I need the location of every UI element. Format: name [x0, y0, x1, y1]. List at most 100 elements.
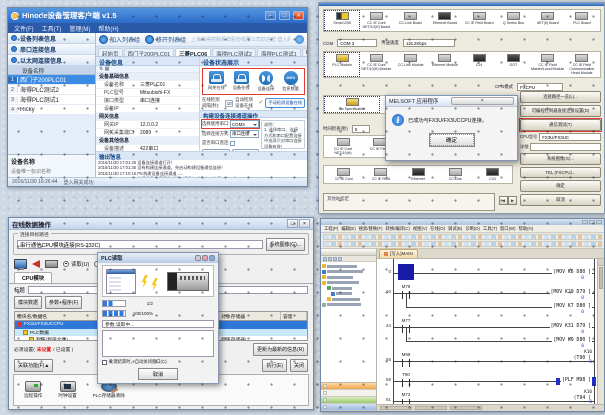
vertical-scrollbar[interactable]: [597, 259, 604, 404]
toolbar-row[interactable]: [323, 234, 602, 240]
tab-cpu-module[interactable]: CPU模块: [14, 272, 52, 283]
timer-coil[interactable]: K10 (T90 ) 0: [573, 351, 592, 366]
ladder-branch[interactable]: [MOV K9 D80 ] 0: [377, 335, 594, 349]
pc-if-q-series-bus[interactable]: Q Series Bus: [496, 11, 530, 30]
module-data-button[interactable]: 模块数据: [14, 296, 42, 309]
execute-button[interactable]: 执行(E): [262, 359, 287, 372]
contact[interactable]: M99: [399, 353, 413, 367]
progress-titlebar[interactable]: PLC读取: [98, 253, 218, 263]
plc-if-ccie-field-master[interactable]: CC IE Field Master/Local Module: [531, 53, 565, 76]
ok-button[interactable]: 确定: [520, 180, 601, 192]
pause-icon[interactable]: [202, 255, 208, 261]
ladder-document-tab[interactable]: [写入]MAIN: [379, 249, 418, 258]
progress-detail-list[interactable]: [102, 330, 214, 357]
nav-section-button[interactable]: [321, 404, 376, 411]
nav-section-button[interactable]: [321, 390, 376, 397]
melsoft-titlebar[interactable]: MELSOFT 应用程序 ×: [386, 96, 517, 107]
info-row[interactable]: 网关IP12.0.0.2: [96, 121, 199, 129]
menu-window[interactable]: 窗口(W): [500, 226, 516, 232]
plc-direct-connect-button[interactable]: 可编程控制器直接连接设置(D): [520, 105, 601, 117]
cancel-button[interactable]: 取消: [520, 194, 601, 206]
nav-tree-item[interactable]: [322, 286, 375, 290]
co-ccie-cont[interactable]: CC IE Cont: [325, 167, 362, 182]
device-row[interactable]: 3海得PLC测试1: [8, 95, 95, 105]
remote-operation-button[interactable]: 远程操作: [24, 381, 42, 399]
close-icon[interactable]: [596, 220, 602, 224]
menu-help[interactable]: 帮助(H): [519, 226, 534, 232]
sidebar-group-ethernet[interactable]: 以太网连接信息: [8, 55, 95, 66]
pc-if-ethernet-board[interactable]: Ethernet Board: [428, 11, 462, 30]
plc-if-ccie-cont-module[interactable]: CC IE Cont NET/10(H) Module: [359, 53, 393, 76]
close-button[interactable]: ×: [293, 11, 304, 20]
tab-hd1[interactable]: 海得PLC测试1: [257, 48, 301, 56]
tab-siemens[interactable]: 西门子200PLC01: [124, 48, 175, 56]
system-image-button[interactable]: 系统图像(G)...: [266, 238, 305, 251]
close-icon[interactable]: [209, 255, 215, 261]
titlebar[interactable]: 在线数据操作 □ ×: [9, 218, 313, 230]
menu-convert[interactable]: 转换/编译(C): [386, 226, 410, 232]
device-row[interactable]: 1西门子200PLC01: [8, 75, 95, 85]
maximize-button[interactable]: □: [279, 11, 290, 20]
plc-if-c24[interactable]: C24: [462, 53, 496, 76]
plc-if-cclink-module[interactable]: CC-Link Module: [394, 53, 428, 76]
nav-tree-item[interactable]: [322, 297, 375, 301]
speed-field[interactable]: 115.2Kbps: [403, 39, 455, 47]
tel-button[interactable]: TEL (FXCPU)...: [520, 167, 601, 178]
pc-if-net2-board[interactable]: NET(II) Board: [531, 11, 565, 30]
menu-view[interactable]: 视图(V): [413, 226, 427, 232]
spin-right-button[interactable]: ►: [508, 196, 517, 205]
refresh-info-button[interactable]: 更新为最新的信息(R): [253, 343, 308, 356]
check-icon[interactable]: ✓: [258, 100, 263, 106]
menu-project[interactable]: 工程(P): [324, 226, 338, 232]
pc-if-cclink-board[interactable]: CC-Link Board: [394, 11, 428, 30]
info-row[interactable]: 设备IP: [96, 105, 199, 113]
communication-test-button[interactable]: 通信测试(T): [520, 119, 601, 131]
radio-read[interactable]: 读取(U): [63, 260, 89, 268]
close-button[interactable]: ×: [299, 219, 310, 228]
menu-diagnostics[interactable]: 诊断(D): [465, 226, 480, 232]
melsoft-ok-button[interactable]: 确定: [429, 133, 475, 147]
tab-mitsubishi[interactable]: 三菱PLC06: [175, 48, 211, 56]
info-row[interactable]: 接口类型串口连接: [96, 97, 199, 105]
menu-manage[interactable]: 管理(M): [69, 24, 90, 33]
nav-tree-item[interactable]: [322, 275, 375, 279]
menu-debug[interactable]: 调试(B): [448, 226, 462, 232]
co-ccie-field[interactable]: CC IE Field: [362, 167, 399, 182]
pc-if-serial-usb[interactable]: Serial USB: [325, 11, 359, 30]
minimize-button[interactable]: –: [265, 11, 276, 20]
system-image-button[interactable]: 系统图像(G)...: [520, 153, 601, 165]
close-button[interactable]: 关闭: [290, 359, 308, 372]
ladder-branch[interactable]: [MOV K7 D80 ] 0: [377, 301, 594, 315]
maximize-button[interactable]: □: [287, 219, 298, 228]
com-field[interactable]: COM 3: [337, 39, 377, 47]
manual-detect-button[interactable]: 手动检测设备在线: [265, 98, 305, 108]
contact[interactable]: M72: [399, 393, 413, 404]
timer-coil[interactable]: K10 (T94 ) 0: [573, 391, 592, 404]
ladder-rung[interactable]: 55 M99 K10 (T90 ) 0: [377, 349, 594, 369]
com-port-select[interactable]: COM3: [230, 120, 259, 128]
clock-setting-button[interactable]: 时钟设置: [58, 381, 76, 399]
edit-cursor-cell[interactable]: [398, 264, 414, 280]
connection-path-list-button[interactable]: 连接路径一览(L)...: [520, 91, 601, 103]
tab-hd2[interactable]: 海得PLC测试2: [212, 48, 256, 56]
user-icon[interactable]: [295, 35, 304, 44]
info-row[interactable]: PLC型号Mitsubishi-FX: [96, 89, 199, 97]
nav-tree-item[interactable]: [322, 292, 375, 296]
no-specification[interactable]: No Specification: [325, 97, 379, 112]
co-ethernet[interactable]: Ethernet: [399, 167, 436, 182]
device-row[interactable]: 4Ricky: [8, 105, 95, 115]
menu-tool[interactable]: 工具(T): [483, 226, 497, 232]
time-check-field[interactable]: 5: [352, 125, 370, 133]
menu-help[interactable]: 帮助(H): [98, 24, 118, 33]
menu-file[interactable]: 文件(F): [14, 24, 34, 33]
scroll-up-arrow[interactable]: [598, 259, 604, 266]
nav-tree-item[interactable]: [322, 270, 375, 274]
sidebar-group-serial[interactable]: 串口连接信息: [8, 44, 95, 55]
toolbar-row[interactable]: [323, 241, 602, 247]
output-log[interactable]: 2016/11/30 17:01:25 设备连接通道打开！ 2016/11/30…: [96, 160, 307, 177]
join-group-button[interactable]: 加入列表组: [99, 35, 140, 44]
scroll-thumb[interactable]: [599, 267, 603, 289]
minimize-icon[interactable]: [582, 220, 588, 224]
menu-edit[interactable]: 编辑(E): [341, 226, 355, 232]
ladder-rung[interactable]: 10 M78 [MOV K29 D79 ] 0: [377, 281, 594, 301]
